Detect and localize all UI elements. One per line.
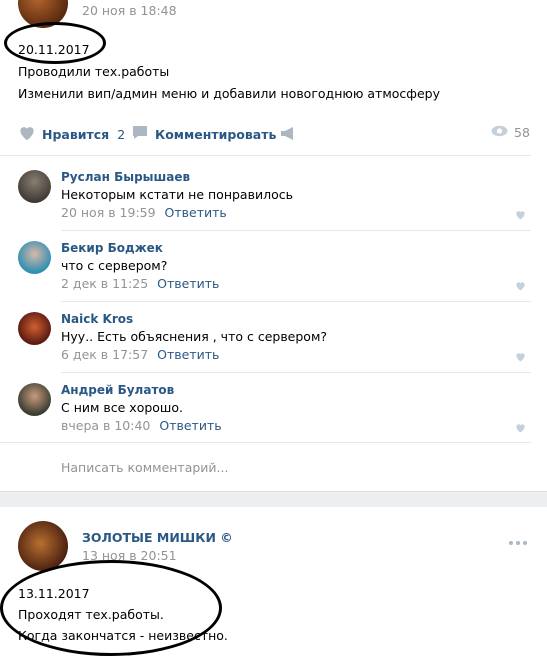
post-text-line: Изменили вип/админ меню и добавили новог…	[18, 86, 440, 101]
comment-meta: вчера в 10:40 Ответить	[61, 418, 222, 433]
avatar[interactable]	[18, 383, 51, 416]
reply-link[interactable]: Ответить	[159, 418, 221, 433]
reply-link[interactable]: Ответить	[165, 205, 227, 220]
views-count: 58	[514, 125, 530, 140]
divider	[0, 155, 531, 156]
views-counter: 58	[491, 125, 530, 140]
comment-text: Некоторым кстати не понравилось	[61, 187, 293, 202]
comment-meta: 6 дек в 17:57 Ответить	[61, 347, 219, 362]
annotation-ellipse	[0, 560, 222, 656]
comment-like-icon[interactable]	[515, 421, 526, 436]
divider	[0, 442, 531, 443]
like-button[interactable]: Нравится 2	[18, 125, 125, 144]
avatar[interactable]	[18, 312, 51, 345]
reply-link[interactable]: Ответить	[157, 347, 219, 362]
reply-link[interactable]: Ответить	[157, 276, 219, 291]
comment-like-icon[interactable]	[515, 350, 526, 365]
comment-like-icon[interactable]	[515, 279, 526, 294]
comment-like-icon[interactable]	[515, 208, 526, 223]
comment-time[interactable]: вчера в 10:40	[61, 418, 150, 433]
like-label: Нравится	[42, 127, 110, 142]
avatar[interactable]	[18, 170, 51, 203]
annotation-ellipse	[4, 22, 106, 64]
comment-text: Нуу.. Есть объяснения , что с сервером?	[61, 329, 328, 344]
heart-icon	[18, 125, 36, 144]
comment-input[interactable]: Написать комментарий...	[61, 460, 228, 475]
comment-author[interactable]: Бекир Боджек	[61, 241, 163, 255]
comment-label: Комментировать	[155, 126, 277, 142]
comment-icon	[132, 125, 148, 143]
comment-text: что с сервером?	[61, 258, 168, 273]
like-count: 2	[117, 127, 126, 142]
comment-time[interactable]: 6 дек в 17:57	[61, 347, 148, 362]
comment-meta: 20 ноя в 19:59 Ответить	[61, 205, 227, 220]
comment-author[interactable]: Naick Kros	[61, 312, 133, 326]
comment-time[interactable]: 20 ноя в 19:59	[61, 205, 156, 220]
eye-icon	[491, 125, 508, 140]
comment-meta: 2 дек в 11:25 Ответить	[61, 276, 219, 291]
post-separator	[0, 491, 547, 507]
divider	[61, 372, 531, 373]
comment-time[interactable]: 2 дек в 11:25	[61, 276, 148, 291]
comment-text: С ним все хорошо.	[61, 400, 183, 415]
comment-button[interactable]: Комментировать	[132, 125, 276, 143]
post-date[interactable]: 20 ноя в 18:48	[82, 3, 177, 18]
post-author[interactable]: ЗОЛОТЫЕ МИШКИ ©	[82, 530, 233, 545]
more-icon[interactable]	[508, 534, 528, 549]
divider	[61, 301, 531, 302]
post-avatar[interactable]	[18, 521, 68, 571]
share-icon[interactable]	[280, 126, 296, 144]
avatar[interactable]	[18, 241, 51, 274]
post-text-line: Проводили тех.работы	[18, 64, 170, 79]
comment-author[interactable]: Андрей Булатов	[61, 383, 174, 397]
comment-author[interactable]: Руслан Бырышаев	[61, 170, 190, 184]
divider	[61, 230, 531, 231]
